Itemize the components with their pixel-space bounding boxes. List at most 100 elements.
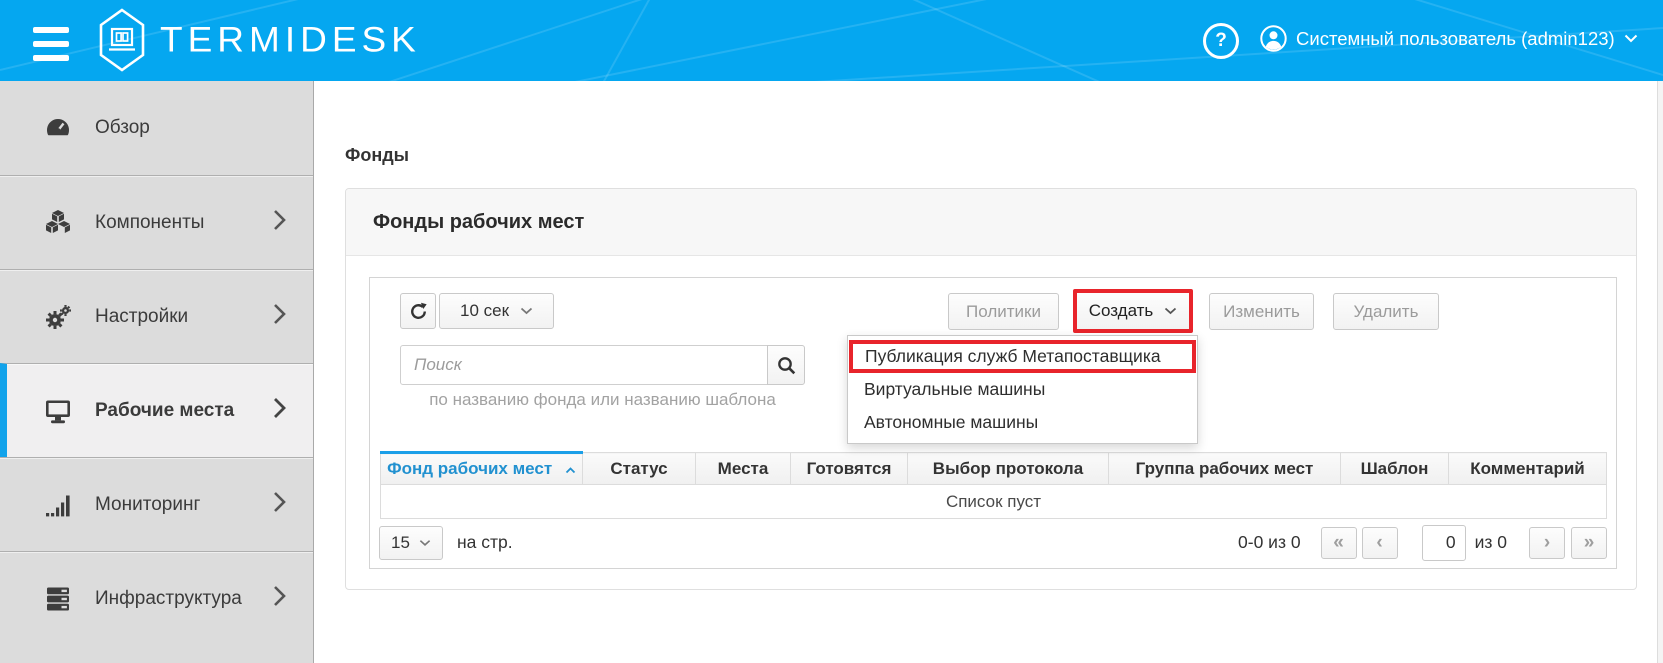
sidebar-item-overview[interactable]: Обзор [0, 81, 313, 175]
components-icon [42, 209, 74, 237]
column-header-protocol[interactable]: Выбор протокола [908, 453, 1109, 485]
next-page-button[interactable]: › [1529, 527, 1565, 559]
sidebar: Обзор Компоненты [0, 81, 314, 663]
sidebar-item-monitoring[interactable]: Мониторинг [0, 457, 313, 551]
refresh-icon [409, 302, 428, 321]
sidebar-item-label: Компоненты [95, 212, 204, 234]
pools-table: Фонд рабочих мест Статус Места Готовятся… [380, 451, 1607, 519]
prev-page-icon: ‹ [1376, 532, 1382, 554]
column-header-status[interactable]: Статус [583, 453, 696, 485]
chevron-down-icon [419, 539, 431, 547]
column-label: Статус [610, 459, 667, 478]
menu-item-label: Автономные машины [864, 412, 1038, 433]
policies-label: Политики [966, 302, 1041, 322]
column-label: Фонд рабочих мест [387, 459, 552, 478]
panel-title: Фонды рабочих мест [373, 211, 584, 234]
range-label: 0-0 из 0 [1238, 532, 1301, 553]
chevron-right-icon [273, 209, 286, 237]
column-label: Шаблон [1361, 459, 1429, 478]
column-header-pool[interactable]: Фонд рабочих мест [381, 453, 583, 485]
panel-box: 10 сек Политики Создать Изменить [369, 277, 1617, 569]
next-page-icon: › [1544, 532, 1550, 554]
settings-icon [42, 303, 74, 331]
infrastructure-icon [42, 585, 74, 613]
menu-item-label: Виртуальные машины [864, 379, 1045, 400]
create-label: Создать [1089, 301, 1154, 321]
brand-logo: TERMIDESK [99, 8, 421, 72]
policies-button[interactable]: Политики [948, 293, 1059, 330]
breadcrumb: Фонды [345, 145, 409, 166]
scrollbar[interactable] [1657, 81, 1663, 663]
page-size-select[interactable]: 15 [379, 526, 443, 560]
per-page-label: на стр. [457, 532, 513, 553]
column-label: Выбор протокола [933, 459, 1083, 478]
column-label: Места [718, 459, 769, 478]
sidebar-item-components[interactable]: Компоненты [0, 175, 313, 269]
topbar: TERMIDESK ? Системный пользователь (admi… [0, 0, 1663, 81]
chevron-down-icon [1624, 34, 1638, 43]
user-menu[interactable]: Системный пользователь (admin123) [1260, 25, 1638, 52]
menu-item-metaprovider-publication[interactable]: Публикация служб Метапоставщика [849, 340, 1196, 373]
panel-card: Фонды рабочих мест 10 сек Политики [345, 188, 1637, 590]
sidebar-item-workplaces[interactable]: Рабочие места [0, 363, 313, 457]
help-icon[interactable]: ? [1203, 23, 1239, 59]
refresh-interval-value: 10 сек [460, 301, 509, 321]
page-size-value: 15 [391, 533, 410, 553]
pagination-bar: 15 на стр. 0-0 из 0 « ‹ из 0 › » [379, 524, 1607, 561]
user-icon [1260, 25, 1287, 52]
chevron-right-icon [273, 585, 286, 613]
create-highlight-annotation: Создать [1073, 289, 1193, 333]
last-page-button[interactable]: » [1571, 527, 1607, 559]
edit-label: Изменить [1223, 302, 1300, 322]
workplaces-icon [42, 397, 74, 425]
menu-item-virtual-machines[interactable]: Виртуальные машины [848, 373, 1197, 406]
column-header-comment[interactable]: Комментарий [1449, 453, 1607, 485]
refresh-button[interactable] [400, 293, 436, 329]
menu-item-standalone-machines[interactable]: Автономные машины [848, 406, 1197, 439]
edit-button[interactable]: Изменить [1209, 293, 1314, 330]
column-label: Группа рабочих мест [1136, 459, 1314, 478]
sidebar-item-label: Настройки [95, 306, 188, 328]
delete-button[interactable]: Удалить [1333, 293, 1439, 330]
menu-item-label: Публикация служб Метапоставщика [865, 346, 1161, 367]
sidebar-item-infrastructure[interactable]: Инфраструктура [0, 551, 313, 645]
sidebar-item-label: Обзор [95, 117, 150, 139]
search-hint: по названию фонда или названию шаблона [400, 390, 805, 410]
column-header-preparing[interactable]: Готовятся [791, 453, 908, 485]
brand-text: TERMIDESK [160, 20, 421, 60]
create-menu: Публикация служб Метапоставщика Виртуаль… [847, 335, 1198, 444]
column-header-group[interactable]: Группа рабочих мест [1109, 453, 1341, 485]
sort-asc-icon [565, 467, 576, 474]
sidebar-item-label: Инфраструктура [95, 588, 242, 610]
panel-header: Фонды рабочих мест [346, 189, 1636, 256]
page-input[interactable] [1422, 525, 1466, 561]
table-header-row: Фонд рабочих мест Статус Места Готовятся… [381, 453, 1607, 485]
menu-icon[interactable] [33, 27, 69, 61]
empty-state-text: Список пуст [381, 485, 1607, 519]
prev-page-button[interactable]: ‹ [1362, 527, 1398, 559]
of-label: из 0 [1475, 532, 1507, 553]
first-page-button[interactable]: « [1321, 527, 1357, 559]
delete-label: Удалить [1354, 302, 1419, 322]
search-input[interactable] [400, 345, 768, 385]
chevron-right-icon [273, 303, 286, 331]
search-button[interactable] [767, 345, 805, 385]
chevron-down-icon [1164, 307, 1177, 315]
sidebar-item-label: Мониторинг [95, 494, 200, 516]
search-icon [777, 356, 796, 375]
refresh-interval-select[interactable]: 10 сек [439, 293, 554, 329]
last-page-icon: » [1584, 532, 1595, 554]
monitoring-icon [42, 491, 74, 519]
sidebar-item-label: Рабочие места [95, 400, 234, 422]
create-button[interactable]: Создать [1077, 293, 1189, 329]
help-glyph: ? [1215, 30, 1227, 52]
sidebar-item-settings[interactable]: Настройки [0, 269, 313, 363]
empty-row: Список пуст [381, 485, 1607, 519]
dashboard-icon [42, 114, 74, 142]
logo-hexagon-icon [99, 8, 145, 72]
chevron-down-icon [520, 307, 533, 315]
chevron-right-icon [273, 491, 286, 519]
user-name: Системный пользователь (admin123) [1296, 28, 1615, 50]
column-header-seats[interactable]: Места [696, 453, 791, 485]
column-header-template[interactable]: Шаблон [1341, 453, 1449, 485]
